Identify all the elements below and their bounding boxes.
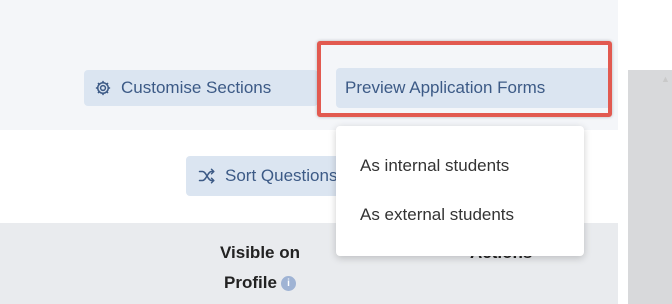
highlight-box <box>317 41 612 117</box>
scroll-up-arrow-icon[interactable]: ▲ <box>661 74 670 84</box>
menu-item-internal-students[interactable]: As internal students <box>360 156 509 176</box>
customise-sections-label: Customise Sections <box>121 78 272 97</box>
scrollbar-track[interactable] <box>628 70 672 304</box>
info-icon[interactable]: i <box>280 276 296 292</box>
panel-divider <box>618 70 628 304</box>
sort-questions-label: Sort Questions <box>225 166 338 185</box>
gear-icon <box>95 80 111 96</box>
shuffle-icon <box>198 168 215 184</box>
customise-sections-button[interactable]: Customise Sections <box>84 70 318 106</box>
sort-questions-button[interactable]: Sort Questions <box>186 156 344 196</box>
visible-on-profile-header: Visible on Profile i <box>180 238 340 298</box>
visible-header-line1: Visible on <box>220 243 300 262</box>
preview-dropdown-menu: As internal students As external student… <box>336 126 584 256</box>
visible-header-line2: Profile <box>224 273 277 292</box>
menu-item-external-students[interactable]: As external students <box>360 205 514 225</box>
